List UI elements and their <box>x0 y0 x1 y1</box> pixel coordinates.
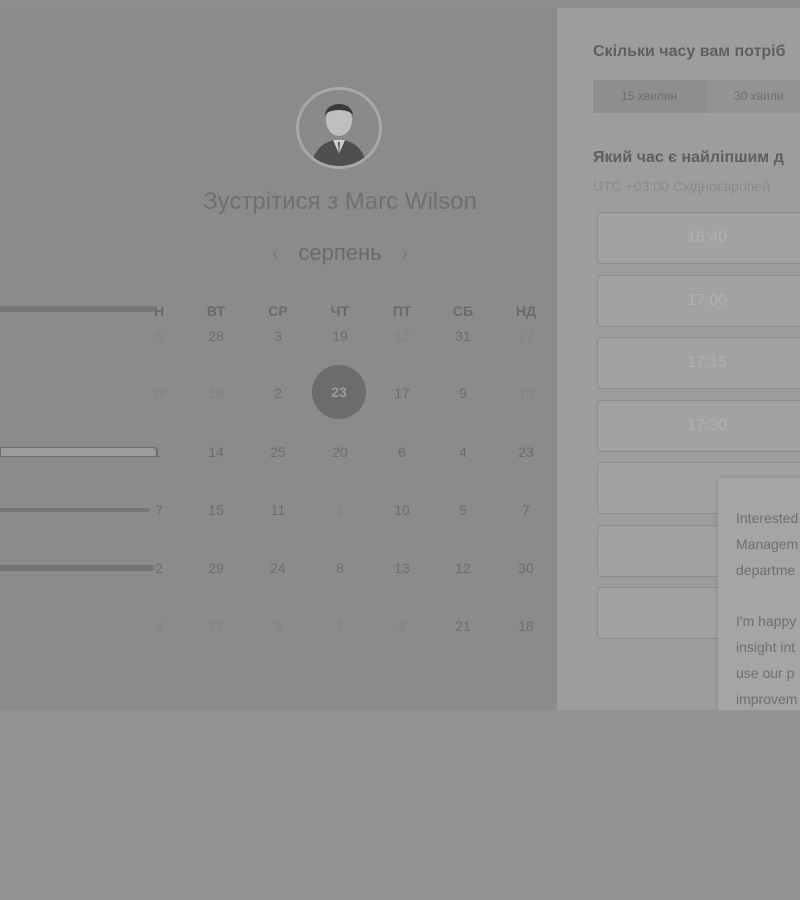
page-overlay-bottom <box>0 710 800 900</box>
popup-text: insight int <box>736 639 796 655</box>
calendar-day[interactable]: 14 <box>196 444 236 460</box>
timezone-label[interactable]: UTC +03:00 Східноєвропей <box>593 178 770 194</box>
calendar-day[interactable]: 24 <box>258 560 298 576</box>
calendar-day[interactable]: 11 <box>258 502 298 518</box>
calendar-day[interactable]: 2 <box>139 560 179 576</box>
calendar-day[interactable]: 5 <box>139 328 179 344</box>
popup-text: departme <box>736 562 796 578</box>
calendar-day[interactable]: 8 <box>320 560 360 576</box>
weekday-header: Н <box>153 303 165 319</box>
calendar-day-selected[interactable]: 23 <box>312 365 366 419</box>
calendar-day[interactable]: 30 <box>506 560 546 576</box>
duration-question: Скільки часу вам потріб <box>593 43 786 60</box>
calendar-day[interactable]: 1 <box>136 444 176 460</box>
popup-text: Interested <box>736 510 799 526</box>
weekday-header: ВТ <box>206 303 226 319</box>
overlay-bar <box>0 306 155 312</box>
calendar-day[interactable]: 10 <box>506 385 546 401</box>
weekday-header: СБ <box>452 303 474 319</box>
weekday-header: СР <box>268 303 288 319</box>
calendar-day[interactable]: 16 <box>196 385 236 401</box>
chevron-left-icon[interactable]: ‹ <box>272 243 278 264</box>
weekday-header: ПТ <box>392 303 412 319</box>
calendar-day[interactable]: 5 <box>443 502 483 518</box>
calendar-day[interactable]: 9 <box>443 385 483 401</box>
host-avatar <box>296 87 382 169</box>
calendar-day[interactable]: 13 <box>382 560 422 576</box>
calendar-day[interactable]: 29 <box>196 560 236 576</box>
time-slot[interactable]: 17:00 <box>597 275 800 327</box>
popup-text: I'm happy <box>736 613 797 629</box>
overlay-bar <box>0 508 150 512</box>
month-navigator: ‹ серпень › <box>240 238 440 268</box>
calendar-day[interactable]: 4 <box>139 618 179 634</box>
calendar-day[interactable]: 12 <box>382 328 422 344</box>
duration-options: 15 хвилин 30 хвили <box>593 80 800 113</box>
calendar-day[interactable]: 3 <box>258 328 298 344</box>
duration-option-15[interactable]: 15 хвилин <box>593 80 707 113</box>
popup-text: Managem <box>736 536 799 552</box>
calendar-day[interactable]: 2 <box>258 385 298 401</box>
calendar-panel <box>0 8 557 710</box>
calendar-day[interactable]: 28 <box>196 328 236 344</box>
calendar-day[interactable]: 12 <box>443 560 483 576</box>
calendar-day[interactable]: 9 <box>382 618 422 634</box>
overlay-bar <box>0 565 155 571</box>
calendar-day[interactable]: 25 <box>258 444 298 460</box>
month-label: серпень <box>298 240 382 265</box>
popup-text: use our p <box>736 665 795 681</box>
time-slot[interactable]: 17:30 <box>597 400 800 452</box>
top-strip <box>0 0 800 8</box>
calendar-day[interactable]: 4 <box>443 444 483 460</box>
time-question: Який час є найліпшим д <box>593 149 784 166</box>
calendar-day[interactable]: 7 <box>506 502 546 518</box>
calendar-day[interactable]: 7 <box>139 502 179 518</box>
calendar-day[interactable]: 3 <box>258 618 298 634</box>
calendar-day[interactable]: 19 <box>320 328 360 344</box>
calendar-day[interactable]: 18 <box>139 385 179 401</box>
calendar-day[interactable]: 10 <box>382 502 422 518</box>
calendar-day[interactable]: 22 <box>196 618 236 634</box>
overlay-bar <box>0 447 158 457</box>
time-slot[interactable]: 17:15 <box>597 337 800 389</box>
calendar-day[interactable]: 18 <box>506 618 546 634</box>
calendar-day[interactable]: 31 <box>443 328 483 344</box>
calendar-day[interactable]: 23 <box>506 444 546 460</box>
calendar-day[interactable]: 6 <box>382 444 422 460</box>
calendar-day[interactable]: 21 <box>443 618 483 634</box>
weekday-header: НД <box>515 303 537 319</box>
calendar-day[interactable]: 20 <box>320 444 360 460</box>
weekday-header: ЧТ <box>330 303 350 319</box>
calendar-day[interactable]: 27 <box>506 328 546 344</box>
calendar-day[interactable]: 15 <box>196 502 236 518</box>
calendar-day[interactable]: 1 <box>320 618 360 634</box>
chevron-right-icon[interactable]: › <box>402 243 408 264</box>
calendar-day[interactable]: 17 <box>382 385 422 401</box>
calendar-day[interactable]: 1 <box>320 502 360 518</box>
duration-option-30[interactable]: 30 хвили <box>706 80 800 113</box>
time-slot[interactable]: 16:40 <box>597 212 800 264</box>
popup-text: improvem <box>736 691 798 707</box>
